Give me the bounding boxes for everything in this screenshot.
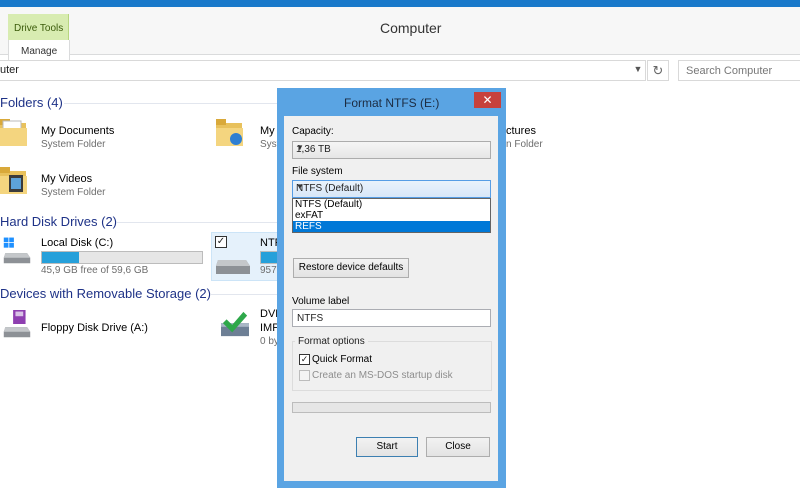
file-system-select[interactable]: NTFS (Default) ▼ [292,180,491,198]
capacity-bar [260,251,277,264]
drive-tools-tab-group: Drive Tools [8,14,69,40]
address-text: uter [0,64,19,76]
folder-name[interactable]: My Documents [41,125,114,137]
folder-type: n Folder [506,139,543,150]
close-icon[interactable]: ✕ [474,92,501,108]
volume-label-value: NTFS [297,313,324,324]
window-title: Computer [380,20,442,36]
start-button[interactable]: Start [356,437,418,457]
drive-free-space: 45,9 GB free of 59,6 GB [41,265,149,276]
drive-name[interactable]: Local Disk (C:) [41,237,113,249]
dialog-title: Format NTFS (E:) [344,96,440,110]
documents-folder-icon [0,119,27,146]
search-placeholder: Search Computer [686,65,773,77]
address-bar[interactable]: uter [0,60,646,81]
dvd-drive-icon [221,311,249,337]
quick-format-label[interactable]: Quick Format [312,354,372,365]
videos-folder-icon [0,167,27,194]
capacity-fill [261,252,277,263]
format-progress-bar [292,402,491,413]
tab-manage[interactable]: Manage [8,40,70,60]
format-options-label: Format options [295,336,368,347]
ribbon: Drive Tools Manage Computer [0,7,800,60]
file-system-label: File system [292,166,343,177]
group-header-folders[interactable]: Folders (4) [0,95,63,110]
restore-defaults-button[interactable]: Restore device defaults [293,258,409,278]
msdos-disk-label: Create an MS-DOS startup disk [312,370,453,381]
folder-name[interactable]: My Videos [41,173,92,185]
file-system-option[interactable]: REFS [293,221,490,232]
music-folder-icon [216,119,243,146]
close-button[interactable]: Close [426,437,490,457]
windows-drive-icon [3,237,31,264]
chevron-down-icon[interactable]: ▼ [631,60,645,79]
group-header-removable[interactable]: Devices with Removable Storage (2) [0,286,211,301]
hard-drive-icon [216,260,250,274]
dialog-title-bar[interactable]: Format NTFS (E:) ✕ [277,88,506,116]
drive-tools-label: Drive Tools [14,23,64,34]
folder-name[interactable]: ctures [506,125,536,137]
dialog-body: Capacity: 1,36 TB ▼ File system NTFS (De… [284,116,498,481]
group-divider [116,222,278,223]
capacity-select[interactable]: 1,36 TB ▼ [292,141,491,159]
title-bar-accent [0,0,800,7]
quick-format-checkbox[interactable]: ✓ [299,354,310,365]
msdos-disk-checkbox [299,370,310,381]
capacity-bar [41,251,203,264]
chevron-down-icon: ▼ [296,182,304,191]
file-system-dropdown: NTFS (Default) exFAT REFS [292,198,491,233]
group-divider [64,103,278,104]
folder-name[interactable]: My [260,125,275,137]
volume-label-label: Volume label [292,296,350,307]
tab-manage-label: Manage [21,46,58,57]
folder-type: System Folder [41,187,106,198]
folder-type: System Folder [41,139,106,150]
floppy-drive-icon [3,310,31,338]
drive-name[interactable]: Floppy Disk Drive (A:) [41,322,148,334]
search-input[interactable]: Search Computer [678,60,800,81]
refresh-icon[interactable]: ↻ [647,60,669,81]
file-system-option[interactable]: NTFS (Default) [293,199,490,210]
item-checkbox[interactable]: ✓ [215,236,227,248]
drive-free-space: 957 [260,265,277,276]
format-dialog: Format NTFS (E:) ✕ Capacity: 1,36 TB ▼ F… [277,88,506,488]
format-options-group [292,341,492,391]
capacity-label: Capacity: [292,126,334,137]
chevron-down-icon: ▼ [296,143,304,152]
group-divider [210,294,278,295]
group-header-hard-disks[interactable]: Hard Disk Drives (2) [0,214,117,229]
volume-label-field[interactable]: NTFS [292,309,491,327]
file-system-option[interactable]: exFAT [293,210,490,221]
capacity-fill [42,252,79,263]
